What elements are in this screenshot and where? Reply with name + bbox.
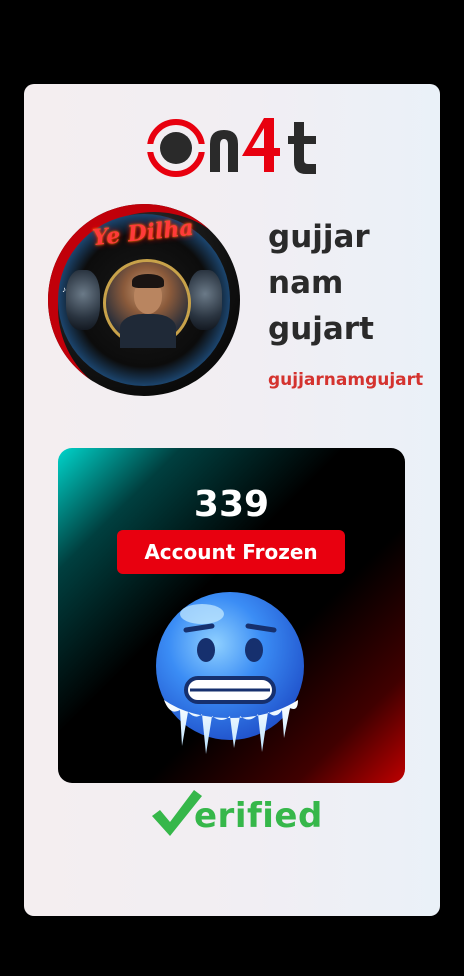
avatar-decoration-left [66,270,100,330]
username[interactable]: gujjarnamgujart [268,370,438,390]
account-frozen-badge: Account Frozen [117,530,345,574]
verified-badge: erified [150,788,323,844]
profile-card: Ye Dilha ♪ gujjar nam gujart gujjarnamgu… [24,84,440,916]
display-name-line: gujjar [268,219,370,255]
display-name: gujjar nam gujart [268,214,438,352]
profile-name-block: gujjar nam gujart gujjarnamgujart [268,214,438,390]
tiktok-icon: ♪ [62,285,66,294]
avatar-decoration-right [188,270,222,330]
display-name-line: gujart [268,311,374,347]
avatar-photo [103,259,191,348]
freezing-face-icon [156,592,304,754]
count-value: 339 [193,484,270,525]
on4t-logo [146,118,316,177]
display-name-line: nam [268,265,344,301]
status-panel: 339 Account Frozen [58,448,405,783]
verified-label: erified [194,796,323,836]
profile-avatar[interactable]: Ye Dilha ♪ [48,204,240,396]
